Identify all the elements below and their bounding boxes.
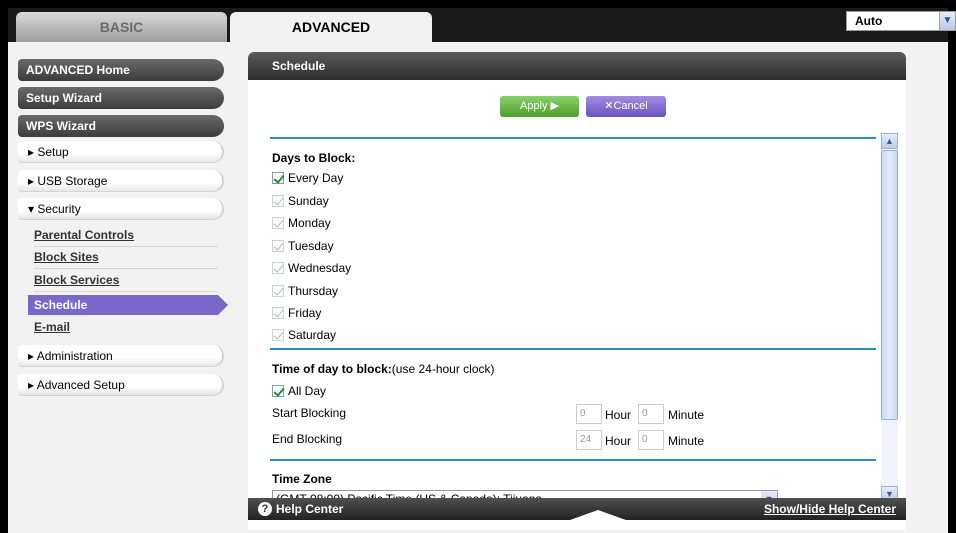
day-row-saturday: Saturday (272, 327, 336, 345)
every-day-label: Every Day (288, 171, 344, 185)
expand-triangle-icon[interactable] (570, 510, 626, 520)
time-of-day-heading: Time of day to block: (272, 362, 392, 376)
sidebar-item-email[interactable]: E-mail (34, 317, 218, 339)
start-hour-input[interactable]: 0 (576, 404, 602, 424)
tuesday-label: Tuesday (288, 239, 334, 253)
apply-button[interactable]: Apply ▶ (500, 96, 579, 117)
end-hour-unit: Hour (605, 434, 632, 448)
schedule-panel: Schedule Apply ▶ ✕Cancel Days to Block: … (248, 52, 906, 530)
wednesday-checkbox[interactable] (272, 262, 284, 274)
sidebar-advanced-setup[interactable]: ▸ Advanced Setup (18, 374, 224, 396)
tuesday-checkbox[interactable] (272, 240, 284, 252)
router-admin-window: BASIC ADVANCED Auto ▼ ADVANCED Home Setu… (0, 0, 956, 533)
start-hour-unit: Hour (605, 408, 632, 422)
saturday-checkbox[interactable] (272, 329, 284, 341)
sidebar-usb-storage[interactable]: ▸ USB Storage (18, 170, 224, 192)
sidebar-administration[interactable]: ▸ Administration (18, 345, 224, 367)
top-tab-bar: BASIC ADVANCED Auto ▼ (8, 8, 956, 42)
sidebar-item-parental-controls[interactable]: Parental Controls (34, 225, 218, 247)
end-minute-input[interactable]: 0 (638, 430, 664, 450)
help-icon[interactable]: ? (258, 502, 272, 516)
time-of-day-title: Time of day to block:(use 24-hour clock) (272, 362, 495, 376)
sidebar-advanced-home[interactable]: ADVANCED Home (18, 59, 224, 81)
day-row-wednesday: Wednesday (272, 260, 351, 278)
tab-advanced[interactable]: ADVANCED (230, 12, 432, 42)
day-row-monday: Monday (272, 215, 331, 233)
scroll-thumb[interactable] (881, 150, 898, 420)
days-to-block-title: Days to Block: (272, 151, 356, 165)
panel-title: Schedule (248, 52, 906, 80)
start-minute-input[interactable]: 0 (638, 404, 664, 424)
every-day-row: Every Day (272, 170, 343, 188)
tab-basic[interactable]: BASIC (16, 12, 227, 42)
section-divider (270, 137, 876, 139)
all-day-checkbox[interactable] (272, 385, 284, 397)
scroll-up-icon[interactable]: ▲ (881, 133, 898, 149)
start-blocking-label: Start Blocking (272, 406, 347, 420)
time-zone-title: Time Zone (272, 472, 332, 486)
day-row-tuesday: Tuesday (272, 238, 334, 256)
saturday-label: Saturday (288, 328, 337, 342)
section-divider (270, 348, 876, 350)
sidebar-item-schedule[interactable]: Schedule (28, 295, 228, 315)
sidebar-security[interactable]: ▾ Security (18, 198, 224, 220)
panel-scrollbar[interactable]: ▲ ▼ (881, 133, 898, 502)
monday-label: Monday (288, 216, 331, 230)
monday-checkbox[interactable] (272, 217, 284, 229)
cancel-button[interactable]: ✕Cancel (586, 96, 666, 117)
all-day-row: All Day (272, 383, 326, 401)
friday-label: Friday (288, 306, 322, 320)
show-hide-help-link[interactable]: Show/Hide Help Center (764, 498, 896, 520)
sidebar-wps-wizard[interactable]: WPS Wizard (18, 115, 224, 137)
sidebar-setup[interactable]: ▸ Setup (18, 141, 224, 163)
section-divider (270, 459, 876, 461)
end-hour-input[interactable]: 24 (576, 430, 602, 450)
chevron-down-icon[interactable]: ▼ (939, 12, 955, 30)
time-hint: (use 24-hour clock) (391, 362, 495, 376)
sunday-label: Sunday (288, 194, 329, 208)
sidebar-item-block-sites[interactable]: Block Sites (34, 247, 218, 269)
help-footer: ? Help Center Show/Hide Help Center (248, 498, 906, 520)
friday-checkbox[interactable] (272, 307, 284, 319)
every-day-checkbox[interactable] (272, 172, 284, 184)
day-row-friday: Friday (272, 305, 321, 323)
thursday-label: Thursday (288, 284, 339, 298)
help-center-link[interactable]: Help Center (276, 498, 343, 520)
day-row-sunday: Sunday (272, 193, 329, 211)
main-area: ADVANCED Home Setup Wizard WPS Wizard ▸ … (8, 42, 948, 533)
language-select[interactable]: Auto ▼ (846, 11, 956, 31)
end-minute-unit: Minute (668, 434, 705, 448)
language-select-value: Auto (855, 14, 883, 28)
sidebar-setup-wizard[interactable]: Setup Wizard (18, 87, 224, 109)
sunday-checkbox[interactable] (272, 195, 284, 207)
all-day-label: All Day (288, 384, 327, 398)
sidebar-item-block-services[interactable]: Block Services (34, 270, 218, 292)
thursday-checkbox[interactable] (272, 285, 284, 297)
start-minute-unit: Minute (668, 408, 705, 422)
wednesday-label: Wednesday (288, 261, 352, 275)
day-row-thursday: Thursday (272, 283, 338, 301)
end-blocking-label: End Blocking (272, 432, 343, 446)
